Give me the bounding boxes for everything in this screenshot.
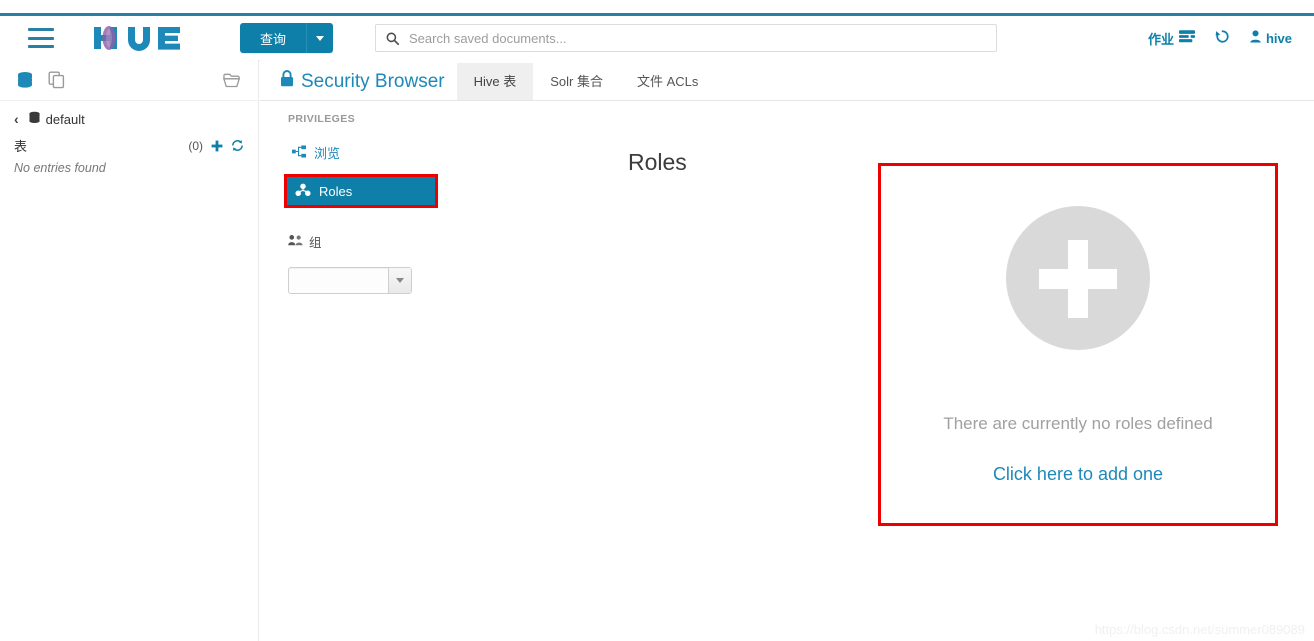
watermark: https://blog.csdn.net/summer089089 <box>1094 622 1305 637</box>
user-icon <box>1250 30 1261 46</box>
search-input[interactable] <box>407 29 987 47</box>
plus-bar-vertical <box>1068 240 1088 318</box>
sidebar-body: ‹ default 表 (0) No entries found <box>0 101 258 175</box>
hamburger-menu-icon[interactable] <box>28 28 54 48</box>
chevron-down-icon <box>396 278 404 283</box>
group-select-toggle[interactable] <box>388 268 411 293</box>
group-select[interactable] <box>288 267 412 294</box>
roles-empty-message: There are currently no roles defined <box>943 414 1213 433</box>
history-icon <box>1215 29 1230 47</box>
database-icon <box>28 111 41 127</box>
sidebar-toolbar <box>0 60 258 101</box>
tab-file-acls[interactable]: 文件 ACLs <box>620 63 715 100</box>
group-filter-label: 组 <box>288 232 420 251</box>
sidebar-item-browse-label: 浏览 <box>314 146 341 161</box>
database-name: default <box>45 111 85 127</box>
add-role-link[interactable]: Click here to add one <box>993 464 1163 485</box>
roles-icon <box>295 183 311 200</box>
query-dropdown-caret[interactable] <box>306 23 334 53</box>
privileges-sidebar: PRIVILEGES 浏览 Roles 组 <box>260 101 438 641</box>
roles-empty-state: There are currently no roles defined Cli… <box>878 163 1278 526</box>
jobs-label: 作业 <box>1147 31 1174 47</box>
privileges-heading: PRIVILEGES <box>288 113 356 125</box>
jobs-button[interactable]: 作业 <box>1148 29 1195 48</box>
hue-logo[interactable] <box>92 23 196 53</box>
tables-label: 表 <box>14 139 28 154</box>
sidebar-item-roles-label: Roles <box>319 183 353 199</box>
search-saved-documents[interactable] <box>375 24 998 52</box>
search-icon <box>386 32 400 45</box>
jobs-icon <box>1178 30 1195 46</box>
user-menu[interactable]: hive <box>1250 30 1292 46</box>
page-title-text: Security Browser <box>301 70 445 92</box>
hue-logo-icon <box>94 26 180 51</box>
security-panel: PRIVILEGES 浏览 Roles 组 Roles There are cu… <box>260 101 1314 641</box>
sidebar-empty-message: No entries found <box>14 161 106 175</box>
database-breadcrumb[interactable]: ‹ default <box>14 111 244 127</box>
group-select-value <box>289 268 388 293</box>
lock-icon <box>280 70 294 93</box>
chevron-down-icon <box>316 35 325 41</box>
sidebar-item-browse[interactable]: 浏览 <box>288 139 420 166</box>
tab-bar: Security Browser Hive 表 Solr 集合 文件 ACLs <box>260 60 1314 101</box>
tables-actions: (0) <box>188 139 244 153</box>
tab-hive-tables[interactable]: Hive 表 <box>456 63 534 100</box>
tables-row: 表 (0) <box>14 136 244 155</box>
user-name: hive <box>1265 30 1292 46</box>
roles-main-column: Roles There are currently no roles defin… <box>432 101 1314 641</box>
content-area: Security Browser Hive 表 Solr 集合 文件 ACLs … <box>260 60 1314 641</box>
header-right-actions: 作业 hive <box>1148 29 1292 48</box>
query-button-group[interactable]: 查询 <box>240 23 334 53</box>
tab-solr-collections[interactable]: Solr 集合 <box>533 63 620 100</box>
database-icon[interactable] <box>16 71 34 89</box>
left-sidebar: ‹ default 表 (0) No entries found <box>0 60 259 641</box>
group-filter-label-text: 组 <box>309 236 322 250</box>
sitemap-icon <box>292 144 306 161</box>
group-icon <box>288 234 303 249</box>
sidebar-item-roles[interactable]: Roles <box>284 174 438 208</box>
roles-heading: Roles <box>628 149 687 175</box>
refresh-icon[interactable] <box>231 139 244 152</box>
roles-empty-inner: There are currently no roles defined Cli… <box>881 166 1275 523</box>
back-chevron-icon[interactable]: ‹ <box>14 111 19 127</box>
documents-icon[interactable] <box>48 71 66 89</box>
plus-circle-icon[interactable] <box>1006 206 1150 350</box>
folder-open-icon[interactable] <box>223 72 242 89</box>
query-button[interactable]: 查询 <box>240 23 307 53</box>
page-title: Security Browser <box>280 70 445 100</box>
plus-icon[interactable] <box>211 140 223 152</box>
app-header: 查询 作业 <box>0 16 1314 61</box>
history-button[interactable] <box>1215 29 1230 47</box>
tables-count: (0) <box>188 138 203 153</box>
